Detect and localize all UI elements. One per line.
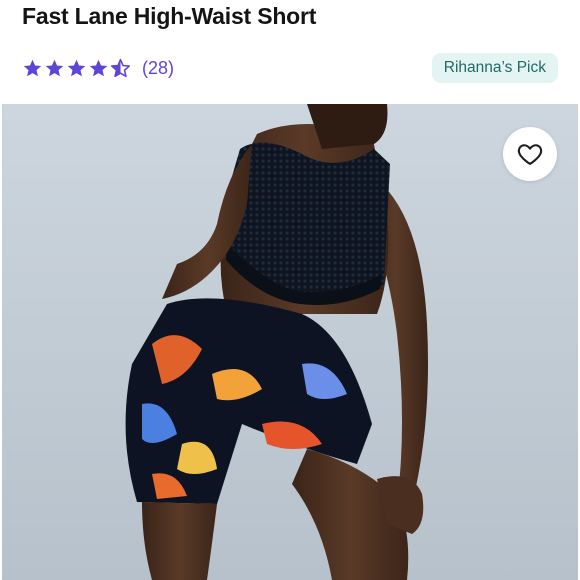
favorite-button[interactable] bbox=[503, 127, 557, 181]
star-full-icon bbox=[45, 59, 64, 76]
star-full-icon bbox=[23, 59, 42, 76]
rating-row[interactable]: (28) bbox=[22, 56, 174, 80]
star-full-icon bbox=[67, 59, 86, 76]
review-count[interactable]: (28) bbox=[142, 58, 174, 79]
star-full-icon bbox=[89, 59, 108, 76]
product-title: Fast Lane High-Waist Short bbox=[22, 3, 317, 29]
heart-outline-icon bbox=[517, 144, 543, 165]
rating-stars bbox=[22, 58, 132, 79]
star-half-icon bbox=[110, 58, 131, 77]
product-photo[interactable] bbox=[2, 104, 578, 580]
rihannas-pick-badge: Rihanna’s Pick bbox=[431, 53, 558, 83]
